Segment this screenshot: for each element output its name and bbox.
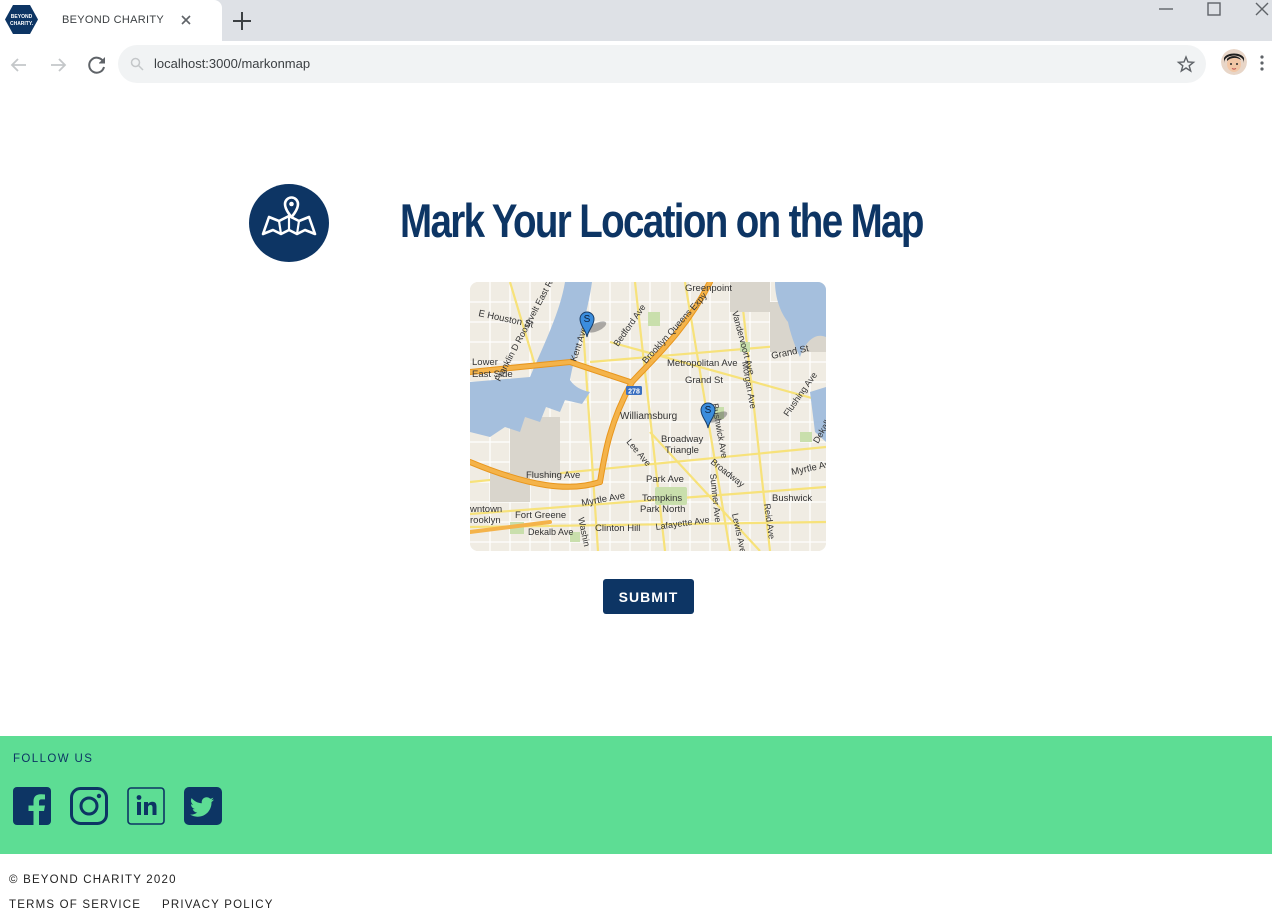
svg-text:Greenpoint: Greenpoint (685, 283, 732, 294)
follow-us-label: FOLLOW US (13, 753, 94, 765)
forward-arrow-icon[interactable] (46, 53, 70, 77)
window-maximize-icon[interactable] (1199, 0, 1229, 22)
svg-text:S: S (705, 405, 712, 416)
tab-close-icon[interactable] (176, 10, 196, 30)
svg-text:CHARITY.: CHARITY. (10, 21, 34, 27)
svg-text:Lower: Lower (472, 357, 498, 368)
map-pin-icon (249, 184, 329, 262)
svg-text:278: 278 (628, 389, 640, 396)
privacy-policy-link[interactable]: PRIVACY POLICY (162, 899, 274, 911)
profile-avatar[interactable] (1221, 49, 1247, 75)
svg-text:wntown: wntown (470, 504, 502, 515)
svg-text:Grand St: Grand St (685, 375, 723, 386)
browser-menu-icon[interactable] (1252, 52, 1272, 74)
twitter-icon[interactable] (184, 787, 222, 825)
bookmark-star-icon[interactable] (1176, 54, 1196, 74)
svg-text:Fort Greene: Fort Greene (515, 510, 566, 521)
svg-text:Tompkins: Tompkins (642, 493, 682, 504)
svg-text:S: S (584, 314, 591, 325)
browser-tab[interactable]: BEYOND CHARITY. BEYOND CHARITY (0, 0, 222, 41)
tab-title: BEYOND CHARITY (62, 14, 164, 26)
back-arrow-icon[interactable] (7, 53, 31, 77)
facebook-icon[interactable] (13, 787, 51, 825)
svg-text:Park Ave: Park Ave (646, 474, 684, 485)
svg-text:Dekalb Ave: Dekalb Ave (528, 527, 573, 537)
svg-text:Park North: Park North (640, 504, 685, 515)
reload-icon[interactable] (85, 53, 109, 77)
svg-text:East Side: East Side (472, 369, 513, 380)
search-icon (130, 57, 144, 71)
svg-text:Metropolitan Ave: Metropolitan Ave (667, 358, 738, 369)
footer-social-band: FOLLOW US (0, 736, 1272, 854)
window-close-icon[interactable] (1247, 0, 1272, 22)
window-minimize-icon[interactable] (1151, 0, 1181, 22)
svg-text:Bushwick: Bushwick (772, 493, 812, 504)
address-bar[interactable]: localhost:3000/markonmap (118, 45, 1206, 83)
svg-text:rooklyn: rooklyn (470, 515, 501, 526)
page-title: Mark Your Location on the Map (400, 194, 924, 247)
new-tab-plus-icon[interactable] (230, 9, 254, 33)
beyond-charity-favicon: BEYOND CHARITY. (5, 5, 38, 34)
terms-of-service-link[interactable]: TERMS OF SERVICE (9, 899, 141, 911)
submit-button[interactable]: SUBMIT (603, 579, 694, 614)
svg-text:Clinton Hill: Clinton Hill (595, 523, 640, 534)
svg-text:Williamsburg: Williamsburg (620, 411, 677, 422)
location-map[interactable]: 278 Greenpoint E Houston St Franklin D R… (470, 282, 826, 551)
svg-text:Triangle: Triangle (665, 445, 699, 456)
instagram-icon[interactable] (70, 787, 108, 825)
browser-toolbar: localhost:3000/markonmap (0, 41, 1272, 89)
copyright-text: © BEYOND CHARITY 2020 (9, 874, 177, 886)
browser-tabstrip: BEYOND CHARITY. BEYOND CHARITY (0, 0, 1272, 41)
svg-text:BEYOND: BEYOND (11, 14, 33, 20)
svg-text:Broadway: Broadway (661, 434, 703, 445)
svg-text:Flushing Ave: Flushing Ave (526, 470, 580, 481)
linkedin-icon[interactable] (127, 787, 165, 825)
url-text: localhost:3000/markonmap (154, 56, 311, 71)
